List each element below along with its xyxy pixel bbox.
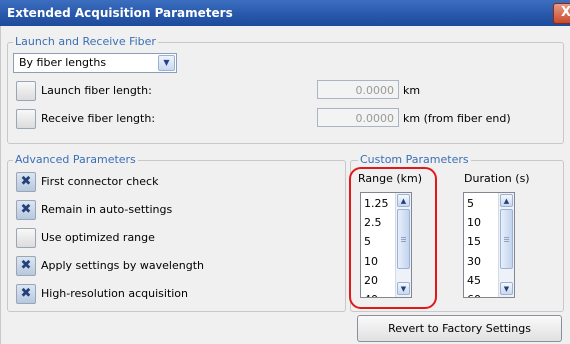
scroll-up-icon[interactable]: ▲ (500, 194, 513, 207)
grip-line (504, 237, 509, 238)
revert-to-factory-settings-button[interactable]: Revert to Factory Settings (357, 315, 562, 342)
check-x-icon: ✖ (20, 174, 32, 189)
advanced-parameters-group-label: Advanced Parameters (13, 153, 138, 166)
use-optimized-range-checkbox[interactable] (16, 228, 36, 248)
range-highlight-ring (349, 167, 437, 309)
title-bar[interactable]: Extended Acquisition Parameters X (0, 0, 570, 26)
first-connector-check-label: First connector check (41, 175, 159, 188)
dialog-window: Extended Acquisition Parameters X Launch… (0, 0, 570, 344)
check-x-icon: ✖ (20, 286, 32, 301)
receive-fiber-checkbox[interactable] (16, 109, 36, 129)
scroll-down-icon[interactable]: ▼ (500, 282, 513, 295)
duration-scrollbar[interactable]: ▲ ▼ (498, 193, 514, 297)
use-optimized-range-label: Use optimized range (41, 231, 155, 244)
grip-line (504, 241, 509, 242)
high-resolution-acquisition-label: High-resolution acquisition (41, 287, 189, 300)
check-x-icon: ✖ (20, 258, 32, 273)
duration-scroll-thumb[interactable] (500, 209, 513, 269)
chevron-down-icon[interactable]: ▼ (158, 55, 175, 71)
launch-fiber-length-field[interactable]: 0.0000 (317, 80, 399, 99)
remain-auto-settings-label: Remain in auto-settings (41, 203, 173, 216)
duration-listbox[interactable]: 5 10 15 30 45 60 ▲ ▼ (463, 192, 515, 298)
grip-line (504, 239, 509, 240)
high-resolution-acquisition-checkbox[interactable]: ✖ (16, 284, 36, 304)
apply-settings-by-wavelength-checkbox[interactable]: ✖ (16, 256, 36, 276)
receive-fiber-length-field[interactable]: 0.0000 (317, 108, 399, 127)
duration-column-header: Duration (s) (464, 172, 530, 185)
launch-fiber-checkbox[interactable] (16, 81, 36, 101)
receive-fiber-unit: km (from fiber end) (403, 112, 511, 125)
close-button[interactable]: X (553, 3, 570, 24)
duration-list-item[interactable]: 15 (467, 235, 481, 248)
apply-settings-by-wavelength-label: Apply settings by wavelength (41, 259, 204, 272)
launch-fiber-label: Launch fiber length: (41, 84, 152, 97)
duration-list-item[interactable]: 30 (467, 255, 481, 268)
launch-fiber-unit: km (403, 84, 421, 97)
fiber-mode-select[interactable]: By fiber lengths ▼ (13, 53, 177, 73)
duration-list-item[interactable]: 60 (467, 293, 481, 297)
first-connector-check-checkbox[interactable]: ✖ (16, 172, 36, 192)
fiber-mode-value: By fiber lengths (19, 56, 107, 69)
custom-parameters-group-label: Custom Parameters (358, 153, 471, 166)
check-x-icon: ✖ (20, 202, 32, 217)
duration-list-item[interactable]: 10 (467, 216, 481, 229)
window-title: Extended Acquisition Parameters (7, 6, 233, 20)
duration-list-item[interactable]: 45 (467, 274, 481, 287)
receive-fiber-label: Receive fiber length: (41, 112, 156, 125)
remain-auto-settings-checkbox[interactable]: ✖ (16, 200, 36, 220)
duration-list-item[interactable]: 5 (467, 197, 474, 210)
launch-receive-group-label: Launch and Receive Fiber (13, 35, 158, 48)
